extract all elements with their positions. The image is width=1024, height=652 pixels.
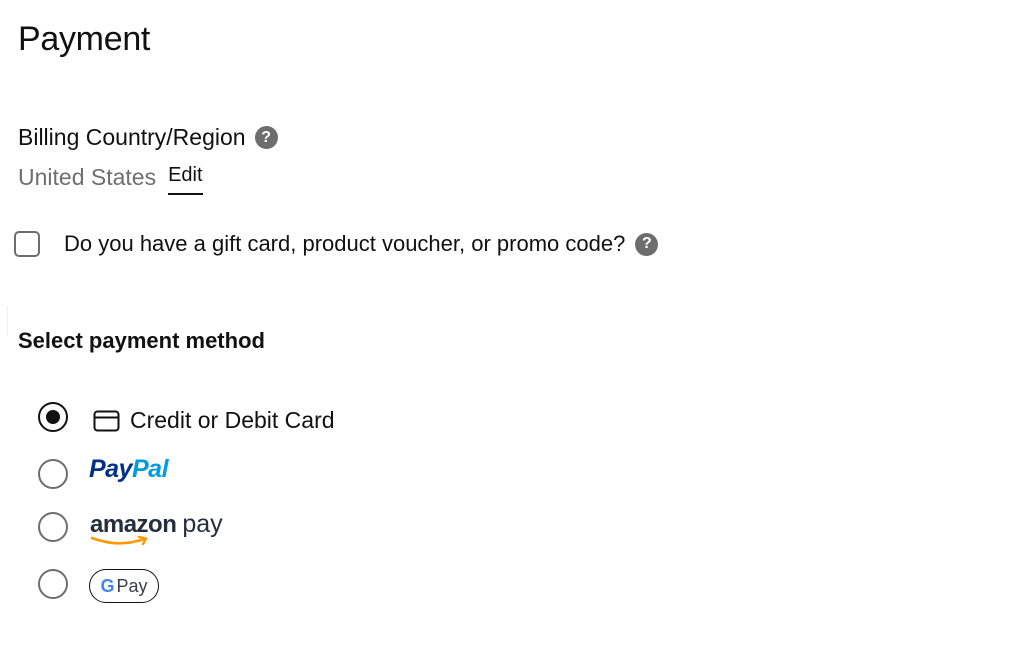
paypal-logo-pay: Pay [89,455,132,483]
paypal-logo-pal: Pal [131,455,169,483]
gift-card-checkbox[interactable] [14,231,40,257]
amazon-pay-wordmark: amazon pay [90,510,223,546]
google-pay-badge: G Pay [89,569,159,603]
help-icon[interactable]: ? [254,126,278,149]
billing-country-label-row: Billing Country/Region ? [18,124,278,151]
amazon-pay-logo-pay: pay [182,510,223,538]
payment-radio-gpay[interactable] [38,569,68,599]
payment-radio-card[interactable] [38,402,68,432]
google-g-icon: G [100,575,115,596]
billing-country-value: United States [18,164,157,190]
amazon-smile-icon [90,535,148,546]
help-icon[interactable]: ? [635,232,659,256]
google-pay-label: Pay [116,575,148,596]
payment-option-card[interactable]: Credit or Debit Card [93,407,335,434]
billing-country-row: United States Edit [18,164,203,195]
payment-method-heading: Select payment method [18,328,265,353]
gift-card-label[interactable]: Do you have a gift card, product voucher… [64,231,625,257]
gift-card-row: Do you have a gift card, product voucher… [14,231,659,257]
payment-option-card-label: Credit or Debit Card [130,407,335,433]
payment-radio-amazon[interactable] [38,512,68,542]
amazon-pay-logo[interactable]: amazon pay [90,510,223,546]
credit-card-icon [93,410,120,431]
radio-selected-dot [46,410,60,424]
divider [7,306,8,336]
paypal-logo[interactable]: Pay Pal [89,455,169,484]
page-title: Payment [18,20,151,58]
billing-country-label: Billing Country/Region [18,124,246,150]
edit-country-link[interactable]: Edit [168,164,203,195]
payment-radio-paypal[interactable] [38,459,68,489]
google-pay-logo[interactable]: G Pay [89,569,159,603]
